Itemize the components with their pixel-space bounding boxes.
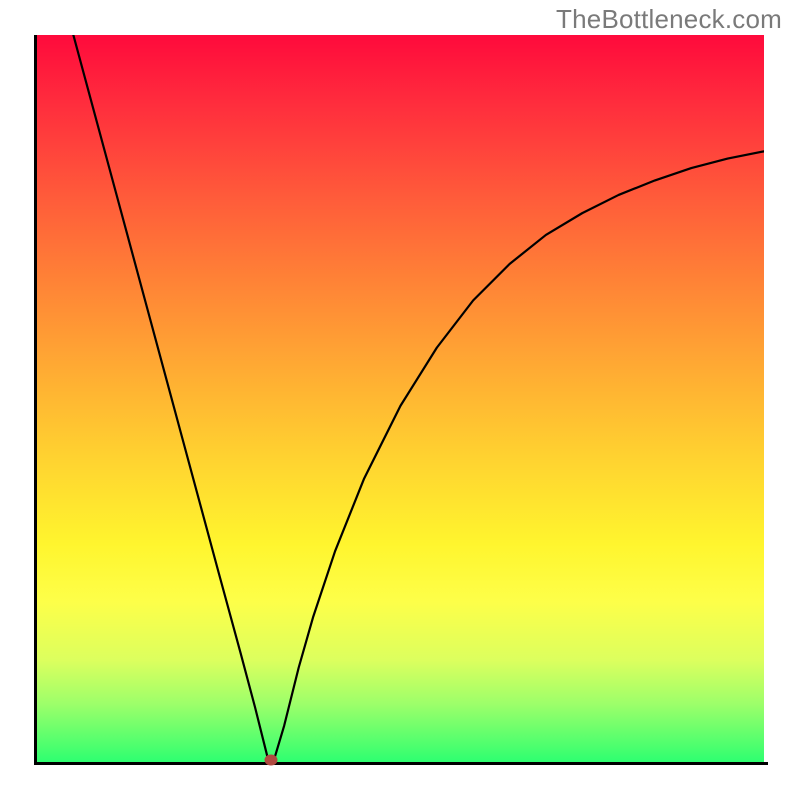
bottleneck-curve (37, 35, 764, 762)
y-axis (34, 35, 37, 765)
x-axis (34, 762, 768, 765)
chart-container: TheBottleneck.com (0, 0, 800, 800)
minimum-marker (265, 754, 278, 765)
watermark-text: TheBottleneck.com (556, 4, 782, 35)
